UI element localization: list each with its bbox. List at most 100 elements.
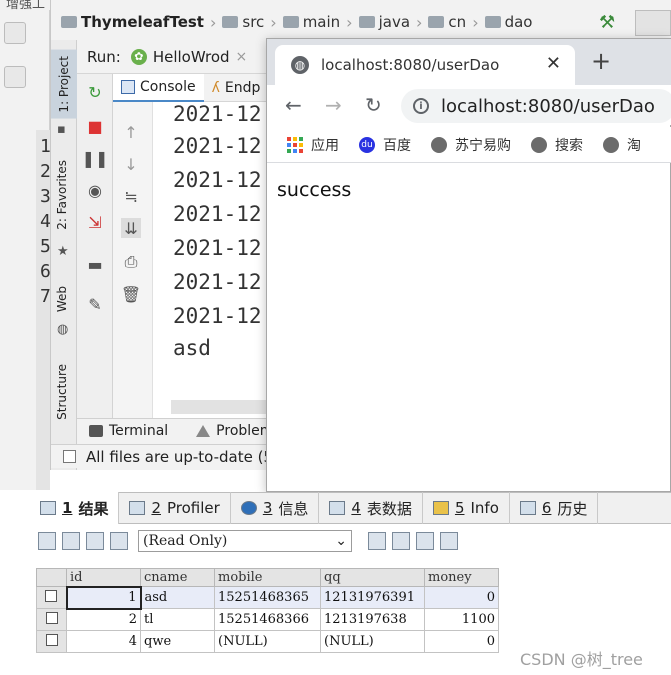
background-gutter — [36, 130, 50, 490]
cell-mobile[interactable]: 15251468366 — [214, 608, 321, 631]
browser-window: ◍ localhost:8080/userDao ✕ + ← → ↻ i loc… — [266, 38, 671, 492]
export-icon[interactable] — [38, 532, 56, 550]
row-select-checkbox[interactable] — [36, 608, 67, 631]
chevron-right-icon: › — [346, 12, 353, 32]
bookmark-apps[interactable]: 应用 — [287, 135, 339, 155]
db-toolbar: (Read Only) ⌄ — [30, 526, 671, 556]
tab-history[interactable]: 6 历史 — [510, 492, 599, 524]
filter-icon[interactable] — [416, 532, 434, 550]
side-tab-structure[interactable]: Structure — [55, 364, 69, 420]
tab-profiler[interactable]: 2 Profiler — [119, 492, 231, 524]
save-icon[interactable] — [368, 532, 386, 550]
horizontal-scrollbar[interactable] — [171, 400, 281, 414]
reload-icon[interactable]: ↻ — [365, 93, 382, 117]
column-header-cname[interactable]: cname — [140, 568, 215, 587]
grid-corner[interactable] — [36, 568, 67, 587]
info-icon[interactable]: i — [413, 98, 429, 114]
console-toolbar: ↑ ↓ ≒ ⇊ ⎙ 🗑 — [113, 102, 153, 420]
cell-mobile[interactable]: (NULL) — [214, 630, 321, 653]
tab-results[interactable]: 1 结果 — [30, 492, 120, 524]
exit-icon[interactable]: ⇲ — [85, 212, 105, 232]
breadcrumb-item-dao[interactable]: dao — [484, 13, 532, 31]
breadcrumb-item-src[interactable]: src — [222, 13, 264, 31]
cell-cname[interactable]: tl — [140, 608, 215, 631]
run-config-button[interactable] — [635, 10, 671, 36]
tab-table-data[interactable]: 4 表数据 — [319, 492, 423, 524]
cell-qq[interactable]: (NULL) — [320, 630, 425, 653]
row-select-checkbox[interactable] — [36, 630, 67, 653]
cell-cname[interactable]: asd — [140, 586, 215, 609]
breadcrumb-item-java[interactable]: java — [358, 13, 410, 31]
close-icon[interactable]: × — [236, 49, 248, 65]
cell-money[interactable]: 1100 — [424, 608, 499, 631]
tab-info[interactable]: 5 Info — [423, 492, 510, 524]
bookmark-search[interactable]: 搜索 — [531, 135, 583, 155]
column-header-money[interactable]: money — [424, 568, 499, 587]
bookmark-baidu[interactable]: du 百度 — [359, 135, 411, 155]
cancel-changes-icon[interactable] — [440, 532, 458, 550]
side-tab-project[interactable]: 1: Project — [51, 50, 77, 119]
column-header-qq[interactable]: qq — [320, 568, 425, 587]
cell-mobile[interactable]: 15251468365 — [214, 586, 321, 609]
arrow-up-icon[interactable]: ↑ — [121, 122, 141, 142]
tab-console[interactable]: Console — [113, 73, 204, 102]
arrow-down-icon[interactable]: ↓ — [121, 154, 141, 174]
bookmark-taobao[interactable]: 淘 — [603, 135, 641, 155]
scroll-to-end-icon[interactable]: ⇊ — [121, 218, 141, 238]
table-row[interactable]: 4 qwe (NULL) (NULL) 0 — [36, 630, 499, 653]
forward-arrow-icon[interactable]: → — [325, 93, 342, 117]
camera-icon[interactable]: ◉ — [85, 180, 105, 200]
tab-terminal[interactable]: Terminal — [89, 423, 168, 439]
cell-qq[interactable]: 1213197638 — [320, 608, 425, 631]
layout-icon[interactable]: ▬ — [85, 254, 105, 274]
console-line: 2021-12 — [173, 304, 262, 328]
cell-id[interactable]: 4 — [66, 630, 141, 653]
insert-row-icon[interactable] — [62, 532, 80, 550]
tab-problems[interactable]: Problem — [196, 423, 273, 439]
console-line: 2021-12 — [173, 202, 262, 226]
table-row[interactable]: 1 asd 15251468365 12131976391 0 — [36, 585, 499, 610]
soft-wrap-icon[interactable]: ≒ — [121, 186, 141, 206]
browser-tab-strip: ◍ localhost:8080/userDao ✕ + — [267, 39, 671, 85]
table-row[interactable]: 2 tl 15251468366 1213197638 1100 — [36, 608, 499, 631]
refresh-grid-icon[interactable] — [110, 532, 128, 550]
cell-cname[interactable]: qwe — [140, 630, 215, 653]
trash-icon[interactable]: 🗑 — [121, 284, 141, 304]
grid-mode-select[interactable]: (Read Only) ⌄ — [138, 530, 352, 552]
run-tab-hellowrod[interactable]: ✿ HelloWrod × — [130, 48, 248, 66]
side-tab-favorites[interactable]: 2: Favorites — [55, 160, 69, 230]
stop-icon[interactable]: ■ — [85, 116, 105, 136]
background-tool-icon — [4, 22, 26, 44]
cell-qq[interactable]: 12131976391 — [320, 586, 425, 609]
tab-messages[interactable]: 3 信息 — [231, 492, 320, 524]
globe-icon — [603, 136, 619, 153]
column-header-id[interactable]: id — [66, 568, 141, 587]
address-bar[interactable]: i localhost:8080/userDao — [401, 89, 671, 123]
cell-id[interactable]: 2 — [66, 608, 141, 631]
cell-money[interactable]: 0 — [424, 586, 499, 609]
tab-endpoints[interactable]: ʎ Endp — [204, 74, 269, 102]
rerun-icon[interactable]: ↻ — [85, 82, 105, 102]
print-icon[interactable]: ⎙ — [121, 252, 141, 272]
breadcrumb-item-project[interactable]: ThymeleafTest — [61, 13, 204, 31]
side-tab-web[interactable]: Web — [55, 286, 69, 312]
pause-icon[interactable]: ❚❚ — [82, 148, 109, 168]
calendar-icon — [519, 501, 536, 515]
back-arrow-icon[interactable]: ← — [285, 93, 302, 117]
star-icon: ★ — [57, 244, 69, 259]
row-select-checkbox[interactable] — [36, 586, 67, 609]
bookmark-suning[interactable]: 苏宁易购 — [431, 135, 511, 155]
pin-icon[interactable]: ✎ — [85, 294, 105, 314]
delete-row-icon[interactable] — [86, 532, 104, 550]
cell-id[interactable]: 1 — [65, 585, 142, 610]
new-tab-button[interactable]: + — [591, 47, 611, 75]
column-header-mobile[interactable]: mobile — [214, 568, 321, 587]
breadcrumb-item-main[interactable]: main — [282, 13, 340, 31]
build-hammer-icon[interactable]: ⚒ — [599, 12, 619, 33]
browser-tab[interactable]: ◍ localhost:8080/userDao ✕ — [275, 45, 575, 85]
cell-money[interactable]: 0 — [424, 630, 499, 653]
breadcrumb-item-cn[interactable]: cn — [428, 13, 466, 31]
disk-icon[interactable] — [392, 532, 410, 550]
close-icon[interactable]: ✕ — [546, 53, 561, 74]
folder-icon — [222, 16, 239, 28]
